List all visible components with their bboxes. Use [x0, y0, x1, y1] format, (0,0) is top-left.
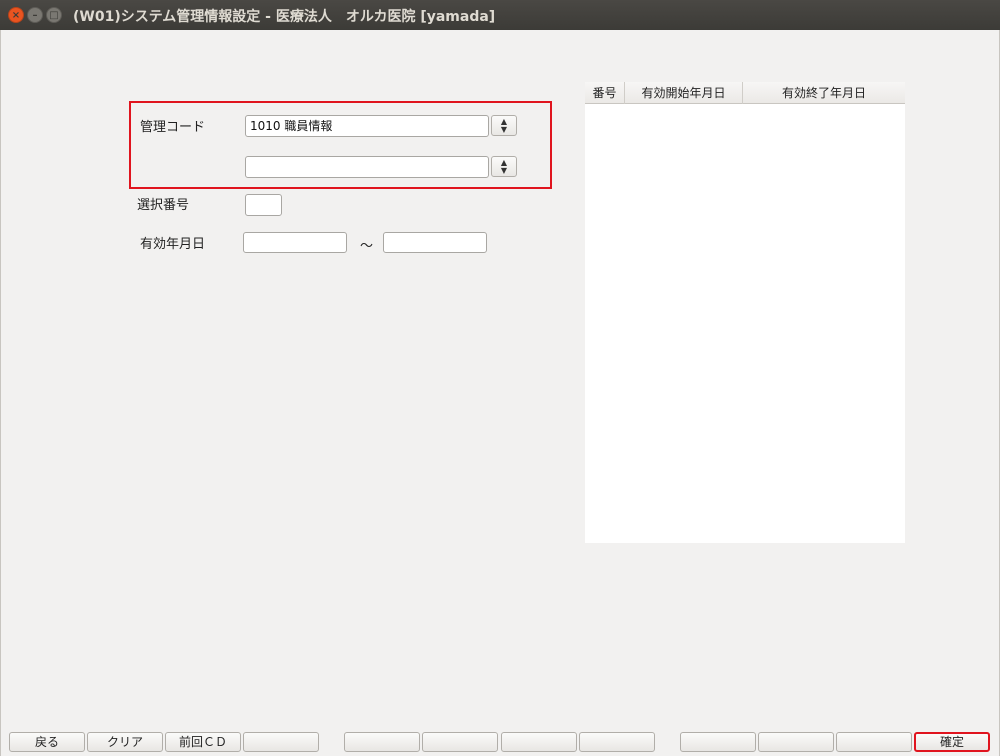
table-header: 番号 有効開始年月日 有効終了年月日	[585, 82, 905, 104]
selection-number-input[interactable]	[245, 194, 282, 216]
previous-cd-button[interactable]: 前回ＣＤ	[165, 732, 241, 752]
column-header-end-date[interactable]: 有効終了年月日	[743, 82, 905, 104]
window-titlebar: × – □ (W01)システム管理情報設定 - 医療法人 オルカ医院 [yama…	[0, 0, 1000, 30]
column-header-number[interactable]: 番号	[585, 82, 625, 104]
management-code-combo[interactable]: 1010 職員情報	[245, 115, 489, 137]
management-code-spin-button[interactable]: ▲ ▼	[491, 115, 517, 136]
function-key-10[interactable]	[758, 732, 834, 752]
function-key-8[interactable]	[579, 732, 655, 752]
clear-button[interactable]: クリア	[87, 732, 163, 752]
validity-history-table[interactable]: 番号 有効開始年月日 有効終了年月日	[585, 82, 905, 543]
valid-date-to-input[interactable]	[383, 232, 487, 253]
function-key-5[interactable]	[344, 732, 420, 752]
valid-date-label: 有効年月日	[140, 237, 206, 252]
management-code-sub-spin-button[interactable]: ▲ ▼	[491, 156, 517, 177]
back-button[interactable]: 戻る	[9, 732, 85, 752]
minimize-window-button[interactable]: –	[27, 7, 43, 23]
function-key-6[interactable]	[422, 732, 498, 752]
valid-date-from-input[interactable]	[243, 232, 347, 253]
confirm-button[interactable]: 確定	[914, 732, 990, 752]
chevron-down-icon: ▼	[500, 166, 508, 175]
function-key-4[interactable]	[243, 732, 319, 752]
chevron-down-icon: ▼	[500, 125, 508, 134]
function-key-11[interactable]	[836, 732, 912, 752]
close-window-button[interactable]: ×	[8, 7, 24, 23]
selection-number-label: 選択番号	[137, 198, 190, 213]
function-key-7[interactable]	[501, 732, 577, 752]
window-title: (W01)システム管理情報設定 - 医療法人 オルカ医院 [yamada]	[73, 9, 496, 25]
column-header-start-date[interactable]: 有効開始年月日	[625, 82, 743, 104]
management-code-sub-combo[interactable]	[245, 156, 489, 178]
valid-date-tilde: ～	[360, 239, 374, 254]
management-code-label: 管理コード	[140, 120, 206, 135]
maximize-window-button[interactable]: □	[46, 7, 62, 23]
function-key-9[interactable]	[680, 732, 756, 752]
